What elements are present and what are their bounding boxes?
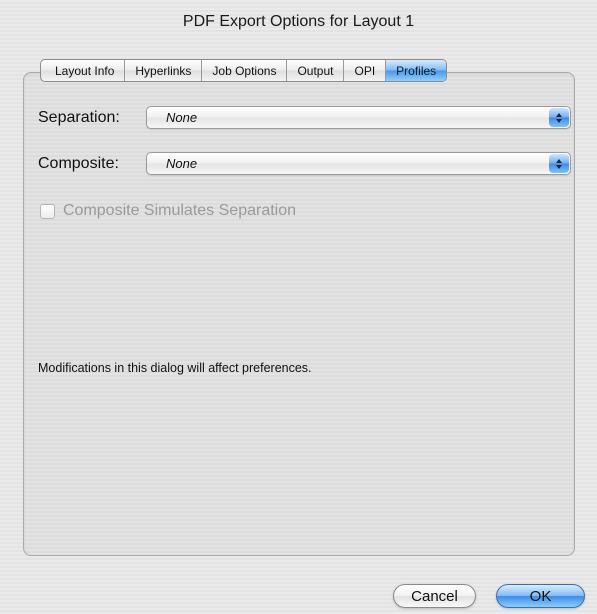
ok-button[interactable]: OK: [496, 584, 585, 608]
separation-value: None: [166, 110, 198, 125]
composite-select[interactable]: None: [146, 152, 571, 175]
separation-label: Separation:: [38, 108, 120, 126]
preferences-note: Modifications in this dialog will affect…: [38, 361, 312, 375]
cancel-button[interactable]: Cancel: [393, 584, 476, 608]
popup-arrows-icon: [549, 154, 569, 173]
profiles-panel: [23, 72, 575, 556]
tab-layout-info[interactable]: Layout Info: [41, 60, 124, 81]
tab-output[interactable]: Output: [286, 60, 343, 81]
tab-job-options[interactable]: Job Options: [201, 60, 286, 81]
separation-select[interactable]: None: [146, 106, 571, 129]
window-title: PDF Export Options for Layout 1: [182, 13, 415, 30]
composite-simulates-separation-row: Composite Simulates Separation: [40, 202, 296, 220]
popup-arrows-icon: [549, 108, 569, 127]
composite-value: None: [166, 156, 198, 171]
composite-simulates-separation-label: Composite Simulates Separation: [63, 202, 297, 219]
composite-simulates-separation-checkbox[interactable]: [40, 203, 55, 219]
composite-row: Composite: None: [38, 152, 571, 175]
tab-bar: Layout Info Hyperlinks Job Options Outpu…: [40, 59, 448, 82]
tab-hyperlinks[interactable]: Hyperlinks: [124, 60, 201, 81]
tab-profiles[interactable]: Profiles: [385, 60, 447, 81]
tab-opi[interactable]: OPI: [343, 60, 385, 81]
composite-label: Composite:: [38, 154, 119, 172]
separation-row: Separation: None: [38, 106, 571, 129]
